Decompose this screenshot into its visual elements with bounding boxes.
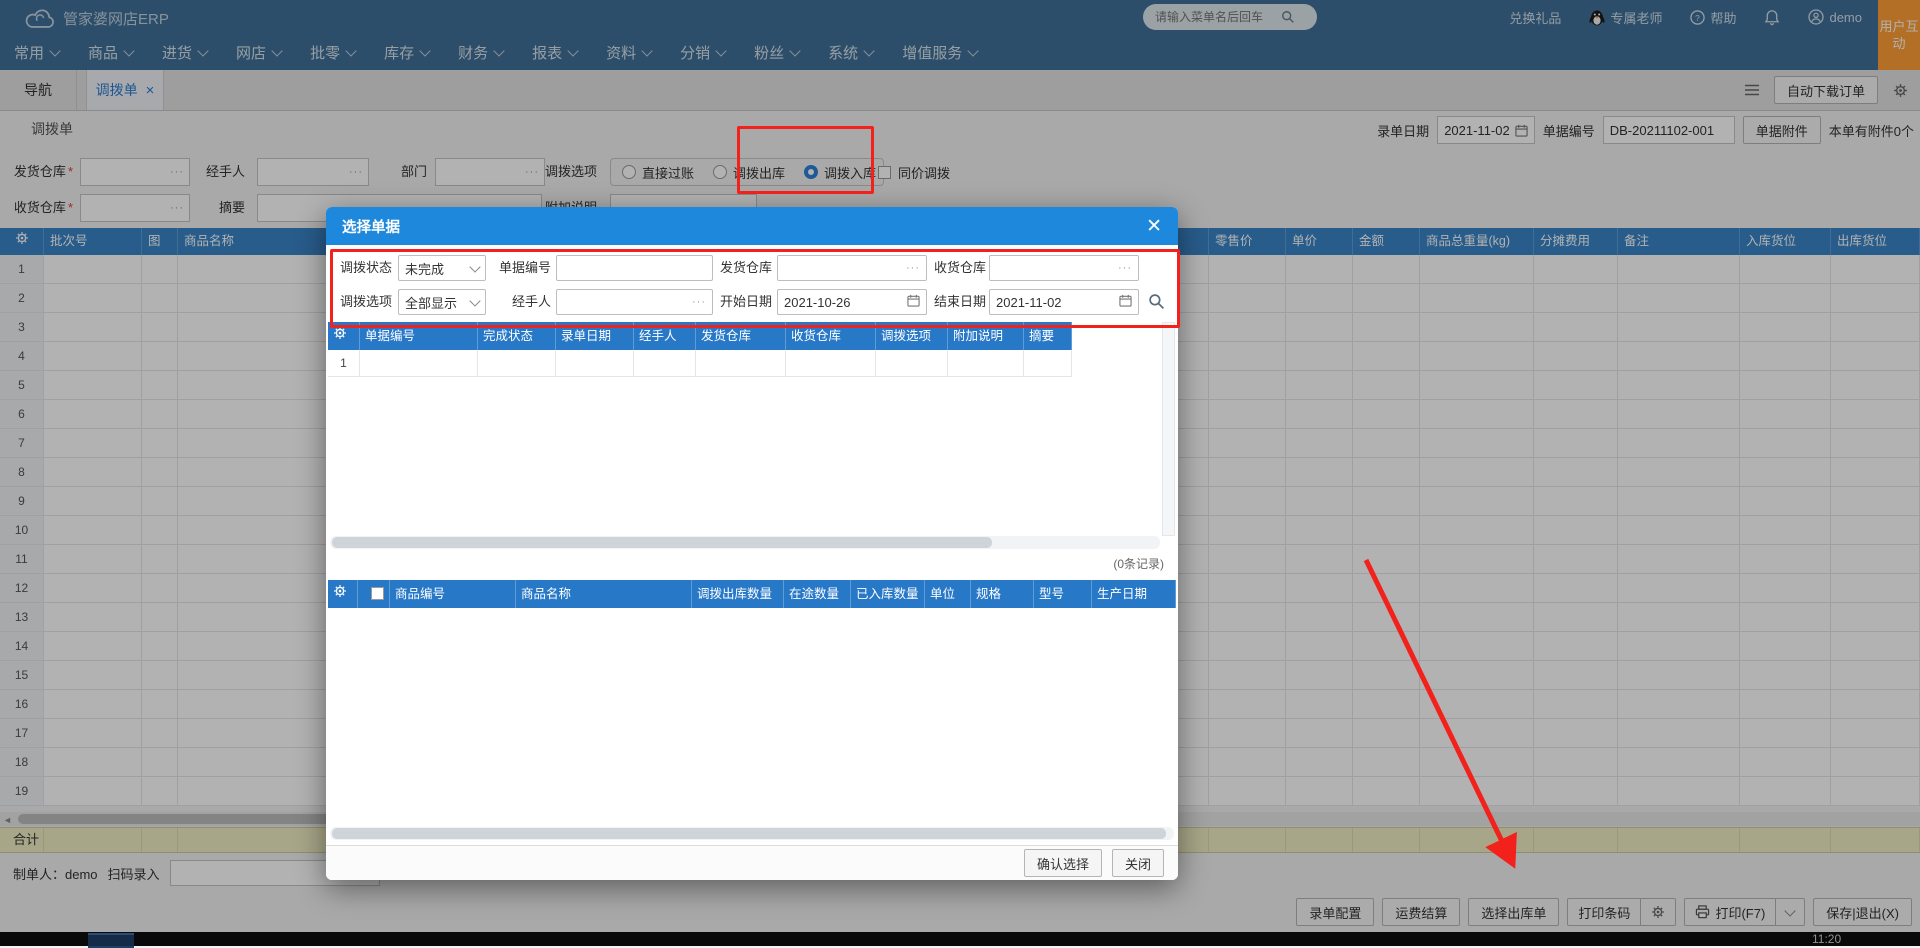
lookup-dots-icon[interactable]: ···	[906, 262, 920, 274]
modal-title: 选择单据	[342, 219, 400, 236]
modal-doc-column-header: 录单日期	[556, 322, 634, 350]
modal-doc-row-number: 1	[328, 350, 360, 377]
filter-shipwh-label: 发货仓库	[720, 260, 773, 275]
modal-item-table: 商品编号 商品名称 调拨出库数量 在途数量 已入库数量 单位 规格 型号 生产日期	[328, 580, 1176, 608]
modal-doc-column-header: 经手人	[634, 322, 696, 350]
filter-startdate-label: 开始日期	[720, 294, 773, 309]
modal-doc-cell	[1024, 350, 1072, 377]
select-chevron-icon	[469, 260, 481, 273]
lookup-dots-icon[interactable]: ···	[1118, 262, 1132, 274]
modal-item-column-header: 商品编号	[390, 580, 516, 608]
modal-header: 选择单据 ✕	[326, 207, 1178, 245]
modal-item-column-header: 调拨出库数量	[692, 580, 784, 608]
modal-doc-cell	[478, 350, 556, 377]
modal-footer: 确认选择 关闭	[326, 845, 1178, 880]
modal-item-table-header: 商品编号 商品名称 调拨出库数量 在途数量 已入库数量 单位 规格 型号 生产日期	[328, 580, 1176, 608]
modal-doc-column-header: 单据编号	[360, 322, 478, 350]
modal-doc-column-header: 摘要	[1024, 322, 1072, 350]
modal-doc-cell	[876, 350, 948, 377]
modal-doc-table-body: 1	[328, 350, 1072, 377]
select-document-modal: 选择单据 ✕ 调拨状态 未完成 单据编号 发货仓库 ··· 收货仓库 ··· 调…	[326, 207, 1178, 880]
modal-item-scrollbar[interactable]	[330, 827, 1174, 840]
modal-doc-scrollbar[interactable]	[330, 536, 1160, 549]
modal-item-gear-icon[interactable]	[328, 580, 358, 608]
filter-handler-label: 经手人	[512, 294, 552, 309]
modal-item-column-header: 生产日期	[1092, 580, 1176, 608]
filter-handler-input[interactable]: ···	[556, 289, 713, 315]
modal-doc-scrollbar-thumb[interactable]	[332, 537, 992, 548]
filter-recvwh-input[interactable]: ···	[989, 255, 1139, 281]
modal-item-column-header: 型号	[1034, 580, 1092, 608]
filter-docno-input[interactable]	[556, 255, 713, 281]
modal-search-icon[interactable]	[1148, 293, 1165, 310]
modal-doc-cell	[786, 350, 876, 377]
modal-doc-column-header: 调拨选项	[876, 322, 948, 350]
filter-option-select[interactable]: 全部显示	[398, 289, 486, 315]
modal-doc-gear-icon[interactable]	[328, 322, 360, 350]
modal-doc-cell	[696, 350, 786, 377]
modal-doc-cell	[360, 350, 478, 377]
calendar-icon[interactable]	[907, 294, 920, 310]
filter-shipwh-input[interactable]: ···	[777, 255, 927, 281]
modal-doc-row[interactable]: 1	[328, 350, 1072, 377]
modal-doc-column-header: 附加说明	[948, 322, 1024, 350]
modal-close-button[interactable]: 关闭	[1111, 849, 1164, 877]
modal-item-column-header: 规格	[971, 580, 1034, 608]
modal-doc-column-header: 完成状态	[478, 322, 556, 350]
select-all-checkbox[interactable]	[358, 580, 390, 608]
calendar-icon[interactable]	[1119, 294, 1132, 310]
modal-doc-cell	[556, 350, 634, 377]
record-count-label: (0条记录)	[1113, 557, 1164, 571]
modal-doc-column-header: 收货仓库	[786, 322, 876, 350]
erp-screen: { "app": {"logo_text": "管家婆网店ERP", "time…	[0, 0, 1920, 948]
modal-doc-cell	[948, 350, 1024, 377]
filter-enddate-input[interactable]: 2021-11-02	[989, 289, 1139, 315]
select-chevron-icon	[469, 294, 481, 307]
lookup-dots-icon[interactable]: ···	[692, 296, 706, 308]
modal-vertical-scrollbar[interactable]	[1162, 322, 1175, 536]
modal-close-icon[interactable]: ✕	[1146, 217, 1162, 236]
filter-startdate-input[interactable]: 2021-10-26	[777, 289, 927, 315]
modal-doc-table: 单据编号 完成状态 录单日期 经手人 发货仓库 收货仓库 调拨选项 附加说明 摘要 1	[328, 322, 1072, 377]
modal-item-scrollbar-thumb[interactable]	[332, 828, 1166, 839]
filter-recvwh-label: 收货仓库	[934, 260, 987, 275]
modal-item-column-header: 单位	[925, 580, 971, 608]
modal-doc-cell	[634, 350, 696, 377]
modal-doc-table-header: 单据编号 完成状态 录单日期 经手人 发货仓库 收货仓库 调拨选项 附加说明 摘要	[328, 322, 1072, 350]
filter-enddate-label: 结束日期	[934, 294, 987, 309]
modal-filters: 调拨状态 未完成 单据编号 发货仓库 ··· 收货仓库 ··· 调拨选项 全部显…	[326, 251, 1178, 321]
confirm-select-button[interactable]: 确认选择	[1023, 849, 1102, 877]
modal-item-column-header: 商品名称	[516, 580, 692, 608]
modal-item-column-header: 已入库数量	[851, 580, 925, 608]
filter-docno-label: 单据编号	[499, 260, 552, 275]
filter-status-label: 调拨状态	[340, 260, 393, 275]
filter-status-select[interactable]: 未完成	[398, 255, 486, 281]
modal-doc-column-header: 发货仓库	[696, 322, 786, 350]
filter-option-label: 调拨选项	[340, 294, 393, 309]
modal-item-column-header: 在途数量	[784, 580, 851, 608]
